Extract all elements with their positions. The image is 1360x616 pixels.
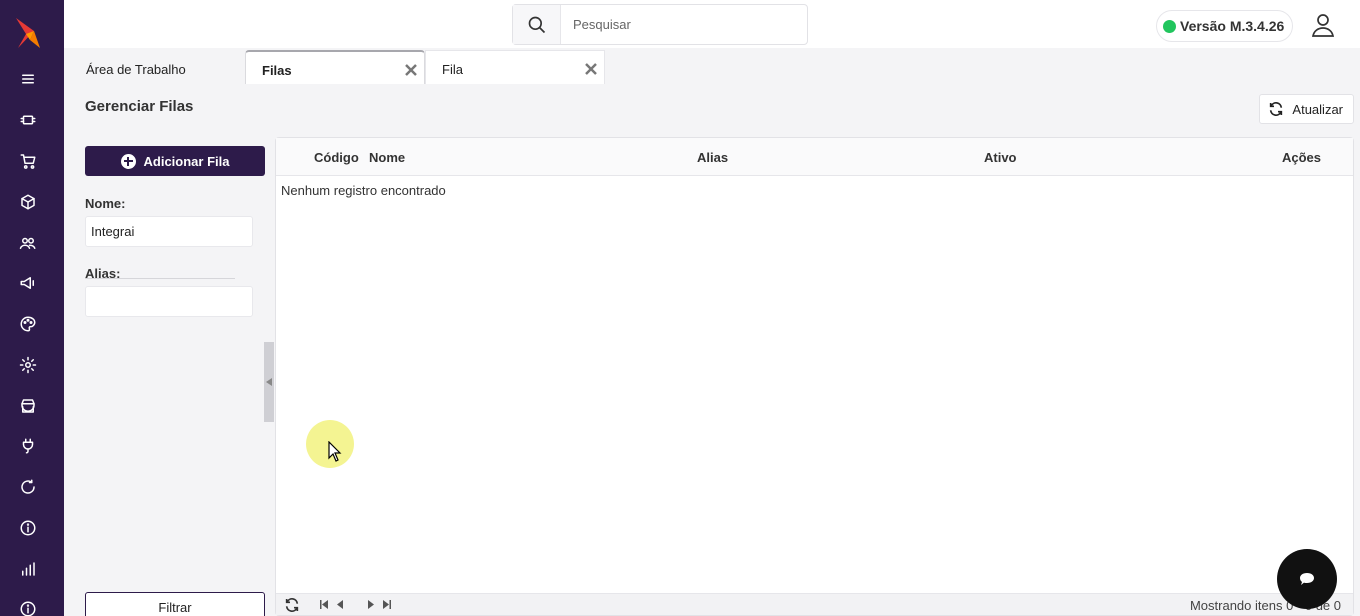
power-plug-icon[interactable] xyxy=(16,434,40,458)
version-label: Versão M.3.4.26 xyxy=(1180,18,1285,34)
plus-circle-icon xyxy=(120,153,136,169)
brand-logo[interactable] xyxy=(12,16,44,50)
page-title: Gerenciar Filas xyxy=(85,98,194,115)
refresh-icon[interactable] xyxy=(16,475,40,499)
filter-panel: Adicionar Fila Nome: Alias: Filtrar xyxy=(85,146,267,616)
tab-area-de-trabalho[interactable]: Área de Trabalho xyxy=(70,50,244,88)
close-icon[interactable] xyxy=(404,63,418,77)
next-page-icon[interactable] xyxy=(367,600,374,609)
refresh-label: Atualizar xyxy=(1292,101,1343,117)
info-icon[interactable] xyxy=(16,597,40,616)
box-icon[interactable] xyxy=(16,190,40,214)
search-icon xyxy=(528,16,545,33)
mouse-cursor-icon xyxy=(328,441,342,462)
add-queue-label: Adicionar Fila xyxy=(143,153,230,169)
column-header-acoes: Ações xyxy=(1282,150,1322,165)
empty-message: Nenhum registro encontrado xyxy=(281,183,446,198)
pager: Mostrando itens 0 - 0 de 0 xyxy=(276,593,1353,615)
plug-icon[interactable] xyxy=(16,108,40,132)
megaphone-icon[interactable] xyxy=(16,271,40,295)
tab-filas[interactable]: Filas xyxy=(245,50,425,88)
tab-label: Área de Trabalho xyxy=(86,61,186,77)
panel-splitter[interactable] xyxy=(264,342,274,422)
grid-header: Código Nome Alias Ativo Ações xyxy=(276,138,1353,176)
sidebar xyxy=(0,0,64,616)
gear-icon[interactable] xyxy=(16,353,40,377)
menu-icon[interactable] xyxy=(16,67,40,91)
palette-icon[interactable] xyxy=(16,312,40,336)
collapse-left-icon xyxy=(266,378,272,386)
tab-bar: Área de Trabalho Filas Fila xyxy=(64,46,1360,88)
alias-field[interactable] xyxy=(85,286,253,317)
search-input[interactable] xyxy=(561,5,807,44)
search-box xyxy=(512,4,808,45)
name-label: Nome: xyxy=(85,196,126,211)
name-field[interactable] xyxy=(85,216,253,247)
chat-bubble-icon xyxy=(1300,573,1314,585)
chat-button[interactable] xyxy=(1277,549,1337,609)
filter-button[interactable]: Filtrar xyxy=(85,592,265,616)
column-header-codigo[interactable]: Código xyxy=(314,150,359,165)
store-icon[interactable] xyxy=(16,394,40,418)
previous-page-icon[interactable] xyxy=(337,600,344,609)
top-bar: Versão M.3.4.26 xyxy=(64,0,1360,48)
close-icon[interactable] xyxy=(584,62,598,76)
tab-label: Fila xyxy=(442,62,463,77)
bar-chart-icon[interactable] xyxy=(16,557,40,581)
add-queue-button[interactable]: Adicionar Fila xyxy=(85,146,265,176)
cart-icon[interactable] xyxy=(16,149,40,173)
main-content: Gerenciar Filas Atualizar Adicionar Fila… xyxy=(64,84,1360,616)
refresh-icon xyxy=(1270,102,1283,116)
queue-grid: Código Nome Alias Ativo Ações Nenhum reg… xyxy=(275,137,1354,616)
tab-label: Filas xyxy=(262,62,292,78)
search-button[interactable] xyxy=(513,5,561,44)
users-icon[interactable] xyxy=(16,231,40,255)
status-dot xyxy=(1163,19,1176,33)
user-icon[interactable] xyxy=(1310,12,1336,38)
tab-fila[interactable]: Fila xyxy=(425,50,605,88)
info-icon[interactable] xyxy=(16,516,40,540)
refresh-button[interactable]: Atualizar xyxy=(1259,94,1354,124)
column-header-alias[interactable]: Alias xyxy=(697,150,728,165)
pager-refresh-icon[interactable] xyxy=(284,597,300,613)
last-page-icon[interactable] xyxy=(382,600,391,609)
version-badge: Versão M.3.4.26 xyxy=(1156,10,1294,42)
filter-label: Filtrar xyxy=(158,599,192,615)
alias-label: Alias: xyxy=(85,266,121,281)
column-header-nome[interactable]: Nome xyxy=(369,150,405,165)
first-page-icon[interactable] xyxy=(320,600,329,609)
column-header-ativo[interactable]: Ativo xyxy=(984,150,1017,165)
